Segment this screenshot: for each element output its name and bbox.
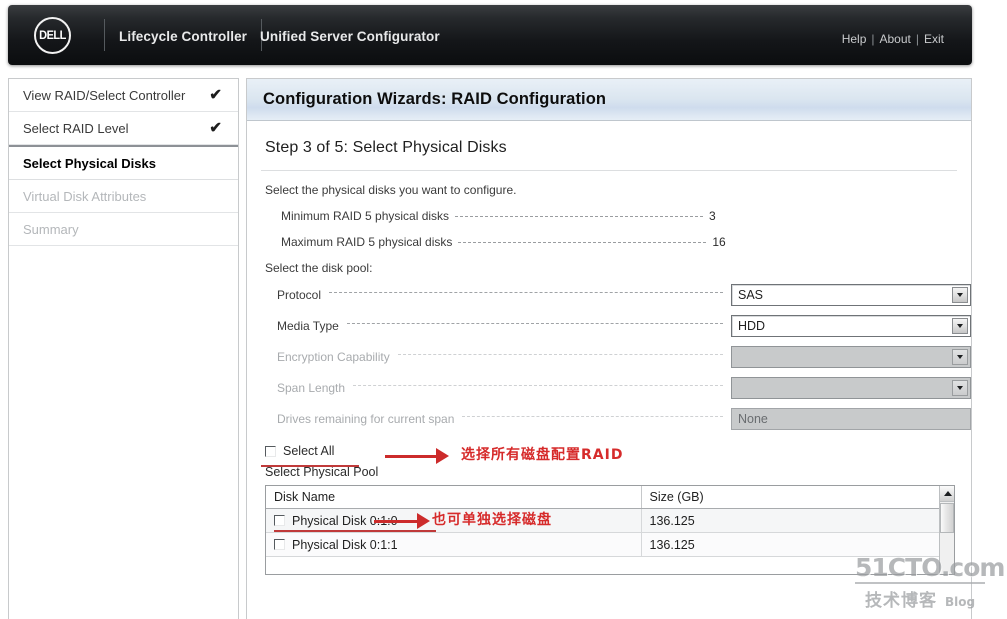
table-vertical-scrollbar[interactable] (939, 486, 954, 574)
annotation-text-disk-row: 也可单独选择磁盘 (432, 512, 552, 528)
field-label: Media Type (277, 319, 339, 333)
sidebar-item-view-raid-select-controller[interactable]: View RAID/Select Controller ✔ (9, 79, 238, 112)
drives-remaining-value-box: None (731, 408, 971, 430)
protocol-dropdown[interactable]: SAS (731, 284, 971, 306)
help-link[interactable]: Help (842, 32, 867, 46)
leader-dots (455, 216, 704, 217)
info-row-maximum-disks: Maximum RAID 5 physical disks 16 (281, 235, 971, 249)
field-label: Drives remaining for current span (277, 412, 455, 426)
disk-row-checkbox[interactable] (274, 538, 285, 550)
annotation-underline-select-all (261, 465, 359, 467)
step-divider (261, 170, 957, 171)
annotation-arrow-select-all (385, 448, 449, 464)
info-value: 3 (709, 209, 716, 223)
sidebar-item-summary: Summary (9, 213, 238, 246)
table-row[interactable]: Physical Disk 0:1:1 136.125 (266, 532, 954, 557)
leader-dots (353, 384, 723, 386)
annotation-arrow-disk-row (374, 513, 430, 529)
main-content-panel: Configuration Wizards: RAID Configuratio… (246, 78, 972, 619)
info-label: Maximum RAID 5 physical disks (281, 235, 453, 249)
protocol-value: SAS (738, 288, 764, 302)
cell-disk-size: 136.125 (641, 532, 954, 557)
sidebar-item-virtual-disk-attributes: Virtual Disk Attributes (9, 180, 238, 213)
table-row[interactable]: Physical Disk 0:1:0 136.125 (266, 508, 954, 533)
encryption-capability-dropdown (731, 346, 971, 368)
media-type-value: HDD (738, 319, 766, 333)
wizard-step-sidebar: View RAID/Select Controller ✔ Select RAI… (8, 78, 239, 619)
select-all-checkbox[interactable] (265, 445, 276, 457)
field-label: Span Length (277, 381, 346, 395)
header-divider-1 (104, 19, 105, 51)
chevron-down-icon[interactable] (952, 318, 968, 334)
field-row-span-length: Span Length (277, 377, 971, 399)
check-icon: ✔ (209, 86, 222, 104)
app-header: DELL Lifecycle Controller Unified Server… (8, 5, 972, 65)
brand-unified-server-configurator: Unified Server Configurator (260, 29, 440, 44)
sidebar-item-label: View RAID/Select Controller (23, 87, 186, 103)
chevron-down-icon[interactable] (952, 287, 968, 303)
cell-disk-name: Physical Disk 0:1:1 (266, 532, 642, 557)
sidebar-item-select-physical-disks[interactable]: Select Physical Disks (9, 145, 238, 180)
info-value: 16 (712, 235, 726, 249)
field-row-encryption-capability: Encryption Capability (277, 346, 971, 368)
dell-logo-text: DELL (39, 29, 66, 42)
scroll-up-arrow-icon[interactable] (940, 486, 954, 502)
field-row-media-type: Media Type HDD (277, 315, 971, 337)
dell-logo-icon: DELL (34, 17, 71, 54)
drives-remaining-value: None (738, 412, 768, 426)
leader-dots (346, 322, 723, 324)
annotation-text-select-all: 选择所有磁盘配置RAID (461, 447, 624, 463)
info-label: Minimum RAID 5 physical disks (281, 209, 450, 223)
disk-pool-heading: Select the disk pool: (265, 261, 373, 275)
instruction-text: Select the physical disks you want to co… (265, 183, 517, 197)
select-physical-pool-label: Select Physical Pool (265, 465, 379, 479)
scrollbar-thumb[interactable] (940, 503, 954, 533)
chevron-down-icon (952, 349, 968, 365)
leader-dots (397, 353, 723, 355)
page-title: Configuration Wizards: RAID Configuratio… (263, 90, 607, 108)
annotation-underline-disk-row (274, 530, 436, 532)
field-row-protocol: Protocol SAS (277, 284, 971, 306)
field-label: Encryption Capability (277, 350, 390, 364)
sidebar-item-select-raid-level[interactable]: Select RAID Level ✔ (9, 112, 238, 145)
table-header-row: Disk Name Size (GB) (266, 486, 954, 509)
chevron-down-icon (952, 380, 968, 396)
panel-title-bar: Configuration Wizards: RAID Configuratio… (247, 79, 971, 121)
disk-row-checkbox[interactable] (274, 514, 285, 526)
select-all-label: Select All (283, 444, 335, 458)
column-header-size[interactable]: Size (GB) (641, 486, 954, 509)
media-type-dropdown[interactable]: HDD (731, 315, 971, 337)
disk-name-text: Physical Disk 0:1:1 (292, 537, 398, 552)
leader-dots (462, 415, 723, 417)
link-separator-2: | (915, 32, 919, 46)
about-link[interactable]: About (880, 32, 911, 46)
select-all-row: Select All 选择所有磁盘配置RAID (261, 444, 971, 467)
field-label: Protocol (277, 288, 322, 302)
column-header-disk-name[interactable]: Disk Name (266, 486, 642, 509)
brand-lifecycle-controller: Lifecycle Controller (119, 29, 248, 44)
leader-dots (329, 291, 723, 293)
cell-disk-size: 136.125 (641, 508, 954, 533)
exit-link[interactable]: Exit (924, 32, 944, 46)
link-separator-1: | (871, 32, 875, 46)
field-row-drives-remaining: Drives remaining for current span None (277, 408, 971, 430)
header-links: Help | About | Exit (842, 32, 944, 46)
physical-disks-table: Disk Name Size (GB) Physical Disk 0:1:0 … (265, 485, 955, 575)
sidebar-item-label: Select RAID Level (23, 120, 129, 136)
check-icon: ✔ (209, 119, 222, 137)
sidebar-item-label: Virtual Disk Attributes (23, 188, 147, 204)
leader-dots (458, 242, 707, 243)
span-length-dropdown (731, 377, 971, 399)
sidebar-item-label: Summary (23, 221, 79, 237)
sidebar-item-label: Select Physical Disks (23, 155, 156, 171)
step-heading: Step 3 of 5: Select Physical Disks (265, 139, 507, 156)
info-row-minimum-disks: Minimum RAID 5 physical disks 3 (281, 209, 971, 223)
